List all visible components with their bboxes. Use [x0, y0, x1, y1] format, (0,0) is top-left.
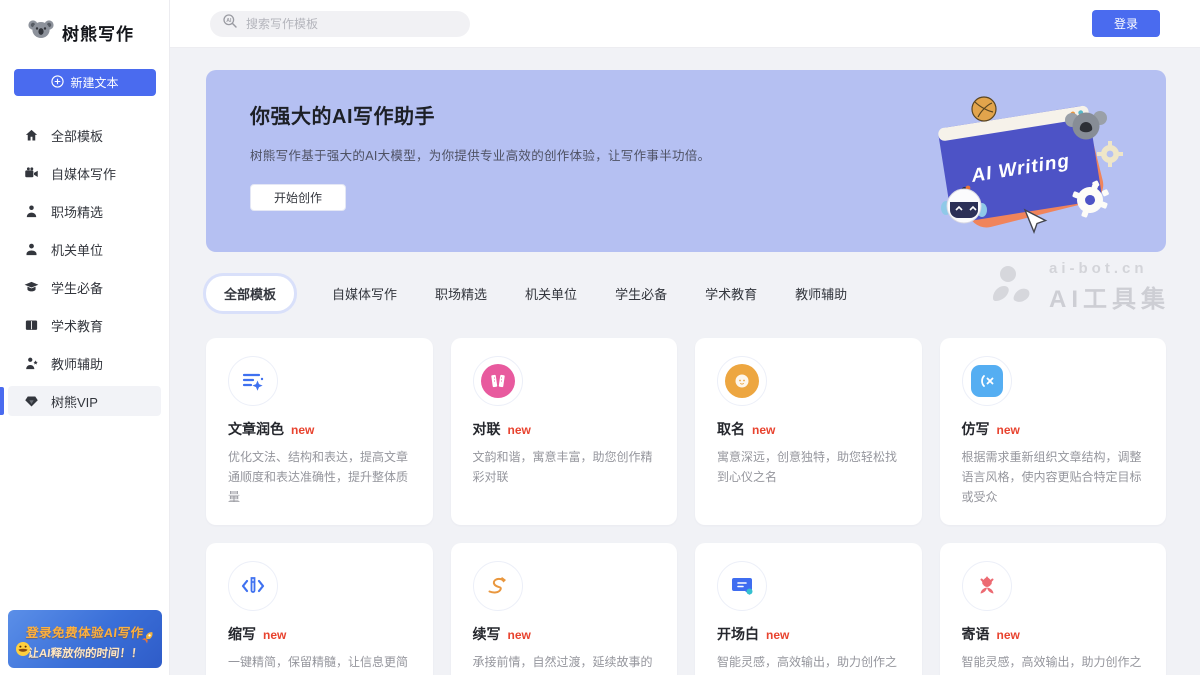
card-title: 续写 — [473, 624, 501, 644]
sidebar-item-workplace[interactable]: 职场精选 — [8, 196, 161, 226]
plus-circle-icon — [51, 75, 64, 91]
message-icon — [962, 561, 1012, 611]
teacher-person-icon — [24, 356, 39, 371]
card-title: 仿写 — [962, 419, 990, 439]
sidebar-item-academic[interactable]: 学术教育 — [8, 310, 161, 340]
hero-banner: 你强大的AI写作助手 树熊写作基于强大的AI大模型，为你提供专业高效的创作体验，… — [206, 70, 1166, 252]
sidebar-item-label: 学术教育 — [51, 316, 103, 335]
app-title: 树熊写作 — [62, 20, 134, 45]
sidebar-item-label: 学生必备 — [51, 278, 103, 297]
card-title: 寄语 — [962, 624, 990, 644]
svg-text:AI: AI — [226, 18, 232, 24]
card-imitate[interactable]: 仿写 new 根据需求重新组织文章结构，调整语言风格，使内容更贴合特定目标或受众 — [940, 338, 1167, 525]
tab-media-writing[interactable]: 自媒体写作 — [332, 284, 397, 303]
new-badge: new — [997, 423, 1020, 437]
watermark-domain: ai-bot.cn — [1049, 260, 1170, 277]
laughing-emoji-icon — [15, 641, 31, 662]
sidebar-item-label: 全部模板 — [51, 126, 103, 145]
new-badge: new — [508, 628, 531, 642]
sidebar-item-teacher[interactable]: 教师辅助 — [8, 348, 161, 378]
card-opening[interactable]: 开场白 new 智能灵感，高效输出，助力创作之旅 — [695, 543, 922, 675]
app-logo: 树熊写作 — [0, 0, 169, 47]
naming-icon — [717, 356, 767, 406]
book-icon — [24, 318, 39, 333]
template-tabs: 全部模板 自媒体写作 职场精选 机关单位 学生必备 学术教育 教师辅助 — [206, 276, 1166, 310]
sidebar: 树熊写作 新建文本 全部模板 自媒体写作 职场精选 机关单位 学生必备 — [0, 0, 170, 675]
sidebar-item-label: 机关单位 — [51, 240, 103, 259]
couplet-icon — [473, 356, 523, 406]
card-polish[interactable]: 文章润色 new 优化文法、结构和表达，提高文章通顺度和表达准确性，提升整体质量 — [206, 338, 433, 525]
opening-icon — [717, 561, 767, 611]
tab-organization[interactable]: 机关单位 — [525, 284, 577, 303]
graduation-cap-icon — [24, 280, 39, 295]
card-couplet[interactable]: 对联 new 文韵和谐，寓意丰富，助您创作精彩对联 — [451, 338, 678, 525]
sidebar-item-all-templates[interactable]: 全部模板 — [8, 120, 161, 150]
new-badge: new — [291, 423, 314, 437]
card-description: 文韵和谐，寓意丰富，助您创作精彩对联 — [473, 448, 656, 488]
main-area: AI 登录 你强大的AI写作助手 树熊写作基于强大的AI大模型，为你提供专业高效… — [170, 0, 1200, 675]
sidebar-item-organization[interactable]: 机关单位 — [8, 234, 161, 264]
new-badge: new — [766, 628, 789, 642]
tab-all-templates[interactable]: 全部模板 — [206, 276, 294, 311]
template-card-grid: 文章润色 new 优化文法、结构和表达，提高文章通顺度和表达准确性，提升整体质量… — [206, 338, 1166, 675]
search-icon: AI — [222, 13, 238, 34]
card-message[interactable]: 寄语 new 智能灵感，高效输出，助力创作之旅 — [940, 543, 1167, 675]
login-promo-banner[interactable]: 登录免费体验AI写作 让AI释放你的时间！！ — [8, 610, 162, 668]
tab-student[interactable]: 学生必备 — [615, 284, 667, 303]
tab-academic[interactable]: 学术教育 — [705, 284, 757, 303]
card-description: 智能灵感，高效输出，助力创作之旅 — [962, 653, 1145, 675]
new-badge: new — [508, 423, 531, 437]
new-doc-label: 新建文本 — [70, 74, 118, 91]
new-doc-button[interactable]: 新建文本 — [14, 69, 156, 96]
card-title: 对联 — [473, 419, 501, 439]
sidebar-item-label: 职场精选 — [51, 202, 103, 221]
gem-icon — [24, 394, 39, 409]
new-badge: new — [752, 423, 775, 437]
card-title: 文章润色 — [228, 419, 284, 439]
briefcase-person-icon — [24, 204, 39, 219]
card-naming[interactable]: 取名 new 寓意深远，创意独特，助您轻松找到心仪之名 — [695, 338, 922, 525]
content: 你强大的AI写作助手 树熊写作基于强大的AI大模型，为你提供专业高效的创作体验，… — [170, 48, 1200, 675]
card-title: 取名 — [717, 419, 745, 439]
card-description: 根据需求重新组织文章结构，调整语言风格，使内容更贴合特定目标或受众 — [962, 448, 1145, 507]
promo-line2: 让AI释放你的时间！！ — [8, 645, 162, 661]
tab-teacher[interactable]: 教师辅助 — [795, 284, 847, 303]
card-description: 一键精简，保留精髓，让信息更简洁明了 — [228, 653, 411, 675]
card-description: 承接前情，自然过渡，延续故事的魅力与悬念 — [473, 653, 656, 675]
sidebar-item-label: 教师辅助 — [51, 354, 103, 373]
tab-workplace[interactable]: 职场精选 — [435, 284, 487, 303]
new-badge: new — [263, 628, 286, 642]
polish-icon — [228, 356, 278, 406]
card-description: 优化文法、结构和表达，提高文章通顺度和表达准确性，提升整体质量 — [228, 448, 411, 507]
sidebar-item-label: 树熊VIP — [51, 392, 98, 411]
new-badge: new — [997, 628, 1020, 642]
home-icon — [24, 128, 39, 143]
search-input[interactable] — [246, 17, 446, 31]
card-abbreviate[interactable]: 缩写 new 一键精简，保留精髓，让信息更简洁明了 — [206, 543, 433, 675]
start-writing-button[interactable]: 开始创作 — [250, 184, 346, 211]
card-description: 寓意深远，创意独特，助您轻松找到心仪之名 — [717, 448, 900, 488]
card-description: 智能灵感，高效输出，助力创作之旅 — [717, 653, 900, 675]
card-title: 缩写 — [228, 624, 256, 644]
card-title: 开场白 — [717, 624, 759, 644]
koala-logo-icon — [28, 18, 54, 47]
sidebar-nav: 全部模板 自媒体写作 职场精选 机关单位 学生必备 学术教育 教师辅助 树熊V — [0, 120, 169, 416]
sidebar-item-media-writing[interactable]: 自媒体写作 — [8, 158, 161, 188]
sidebar-item-label: 自媒体写作 — [51, 164, 116, 183]
video-camera-icon — [24, 166, 39, 181]
sidebar-item-vip[interactable]: 树熊VIP — [8, 386, 161, 416]
search-box[interactable]: AI — [210, 11, 470, 37]
ai-writing-illustration: AI Writing — [922, 92, 1132, 242]
person-bust-icon — [24, 242, 39, 257]
card-continue[interactable]: 续写 new 承接前情，自然过渡，延续故事的魅力与悬念 — [451, 543, 678, 675]
abbreviate-icon — [228, 561, 278, 611]
sidebar-item-student[interactable]: 学生必备 — [8, 272, 161, 302]
topbar: AI 登录 — [170, 0, 1200, 48]
login-button[interactable]: 登录 — [1092, 10, 1160, 37]
continue-icon — [473, 561, 523, 611]
imitate-icon — [962, 356, 1012, 406]
